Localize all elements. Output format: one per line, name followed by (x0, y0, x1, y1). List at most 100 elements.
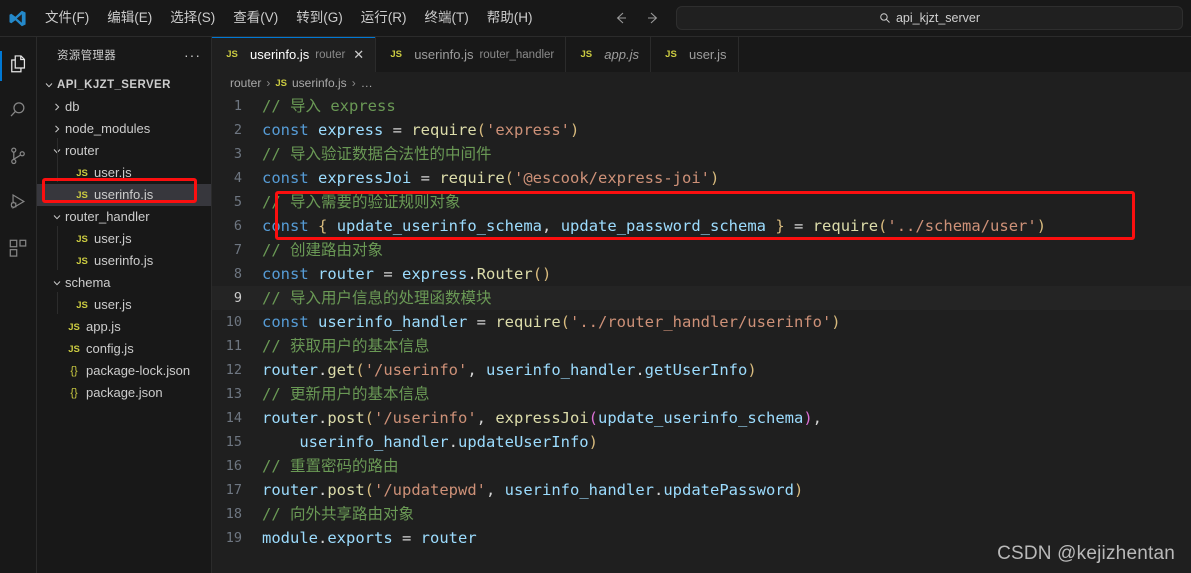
activity-item-explorer[interactable] (0, 43, 36, 89)
activity-item-run-debug[interactable] (0, 181, 36, 227)
menu-edit[interactable]: 编辑(E) (98, 6, 161, 30)
tree-item-label: schema (65, 275, 111, 290)
menu-terminal[interactable]: 终端(T) (416, 6, 478, 30)
activity-item-extensions[interactable] (0, 227, 36, 273)
code-line-17[interactable]: 17 router.post('/updatepwd', userinfo_han… (212, 478, 1191, 502)
editor-tab-bar[interactable]: JS userinfo.js router ✕ JS userinfo.js router_… (212, 37, 1191, 72)
tree-item-label: router_handler (65, 209, 150, 224)
tree-folder-schema[interactable]: schema (37, 272, 211, 294)
search-icon (879, 12, 891, 24)
line-number: 3 (233, 146, 242, 162)
code-text: const { update_userinfo_schema, update_p… (262, 217, 1047, 235)
tree-file-app.js[interactable]: JS app.js (37, 316, 211, 338)
tree-folder-router_handler[interactable]: router_handler (37, 206, 211, 228)
code-text: // 获取用户的基本信息 (262, 337, 430, 355)
forward-arrow-icon[interactable] (644, 9, 662, 27)
activity-bar (0, 37, 37, 573)
tree-file-package-lock.json[interactable]: {} package-lock.json (37, 360, 211, 382)
line-number: 4 (233, 170, 242, 186)
explorer-more-actions-icon[interactable]: ··· (178, 48, 207, 62)
menu-selection[interactable]: 选择(S) (161, 6, 224, 30)
chevron-down-icon[interactable] (49, 277, 65, 289)
close-icon[interactable]: ✕ (353, 48, 364, 61)
editor-tab-app-js[interactable]: JS app.js (566, 37, 651, 72)
menu-run[interactable]: 运行(R) (352, 6, 416, 30)
code-line-13[interactable]: 13 // 更新用户的基本信息 (212, 382, 1191, 406)
code-line-11[interactable]: 11 // 获取用户的基本信息 (212, 334, 1191, 358)
back-arrow-icon[interactable] (612, 9, 630, 27)
tree-item-label: userinfo.js (94, 253, 154, 268)
tree-file-user.js[interactable]: JS user.js (37, 228, 211, 250)
code-line-18[interactable]: 18 // 向外共享路由对象 (212, 502, 1191, 526)
command-center[interactable]: api_kjzt_server (676, 6, 1183, 30)
line-number: 7 (233, 242, 242, 258)
code-text: router.post('/userinfo', expressJoi(upda… (262, 409, 823, 427)
menu-help[interactable]: 帮助(H) (478, 6, 542, 30)
breadcrumb[interactable]: router › JS userinfo.js › … (212, 72, 1191, 94)
file-tree[interactable]: API_KJZT_SERVER db node_modules router JS use… (37, 72, 211, 573)
tree-item-label: app.js (86, 319, 121, 334)
code-line-2[interactable]: 2 const express = require('express') (212, 118, 1191, 142)
activity-item-search[interactable] (0, 89, 36, 135)
breadcrumb-folder[interactable]: router (230, 76, 261, 90)
tree-item-label: router (65, 143, 99, 158)
code-line-8[interactable]: 8 const router = express.Router() (212, 262, 1191, 286)
tree-root-api_kjzt_server[interactable]: API_KJZT_SERVER (37, 74, 211, 96)
code-line-1[interactable]: 1 // 导入 express (212, 94, 1191, 118)
tree-file-package.json[interactable]: {} package.json (37, 382, 211, 404)
search-icon (7, 99, 29, 126)
menu-file[interactable]: 文件(F) (36, 6, 98, 30)
menu-view[interactable]: 查看(V) (224, 6, 287, 30)
code-line-7[interactable]: 7 // 创建路由对象 (212, 238, 1191, 262)
breadcrumb-file[interactable]: userinfo.js (292, 76, 347, 90)
menu-bar[interactable]: 文件(F) 编辑(E) 选择(S) 查看(V) 转到(G) 运行(R) 终端(T… (36, 6, 542, 30)
breadcrumb-separator: › (266, 76, 271, 90)
code-text: // 导入验证数据合法性的中间件 (262, 145, 492, 163)
menu-go[interactable]: 转到(G) (287, 6, 352, 30)
editor-tab-user-js[interactable]: JS user.js (650, 37, 739, 72)
tree-file-user.js[interactable]: JS user.js (37, 162, 211, 184)
line-number: 1 (233, 98, 242, 114)
code-line-5[interactable]: 5 // 导入需要的验证规则对象 (212, 190, 1191, 214)
tree-file-userinfo.js[interactable]: JS userinfo.js (37, 250, 211, 272)
code-editor[interactable]: 1 // 导入 express 2 const express = require('… (212, 94, 1191, 573)
tab-description: router (315, 48, 346, 61)
tree-item-label: user.js (94, 231, 132, 246)
code-content[interactable]: 1 // 导入 express 2 const express = require('… (212, 94, 1191, 550)
chevron-right-icon[interactable] (49, 101, 65, 113)
tree-file-user.js[interactable]: JS user.js (37, 294, 211, 316)
tree-folder-node_modules[interactable]: node_modules (37, 118, 211, 140)
code-line-15[interactable]: 15 userinfo_handler.updateUserInfo) (212, 430, 1191, 454)
chevron-down-icon[interactable] (41, 79, 57, 91)
line-number: 11 (225, 338, 242, 354)
tree-item-label: userinfo.js (94, 187, 154, 202)
code-line-9[interactable]: 9 // 导入用户信息的处理函数模块 (212, 286, 1191, 310)
tree-item-label: user.js (94, 165, 132, 180)
extensions-icon (7, 237, 29, 264)
tree-folder-router[interactable]: router (37, 140, 211, 162)
explorer-sidebar: 资源管理器 ··· API_KJZT_SERVER db node_modules r… (37, 37, 212, 573)
chevron-right-icon[interactable] (49, 123, 65, 135)
activity-item-source-control[interactable] (0, 135, 36, 181)
code-line-6[interactable]: 6 const { update_userinfo_schema, update_… (212, 214, 1191, 238)
run-debug-icon (7, 191, 29, 218)
code-line-16[interactable]: 16 // 重置密码的路由 (212, 454, 1191, 478)
code-line-4[interactable]: 4 const expressJoi = require('@escook/exp… (212, 166, 1191, 190)
code-line-12[interactable]: 12 router.get('/userinfo', userinfo_handl… (212, 358, 1191, 382)
chevron-down-icon[interactable] (49, 211, 65, 223)
line-number: 17 (225, 482, 242, 498)
tab-label: user.js (688, 47, 727, 62)
tree-file-config.js[interactable]: JS config.js (37, 338, 211, 360)
editor-tab-userinfo-js-router[interactable]: JS userinfo.js router ✕ (212, 37, 377, 72)
js-file-icon: JS (580, 49, 593, 60)
tree-file-userinfo.js[interactable]: JS userinfo.js (37, 184, 211, 206)
editor-tab-userinfo-js-router_handler[interactable]: JS userinfo.js router_handler (376, 37, 567, 72)
code-line-10[interactable]: 10 const userinfo_handler = require('../r… (212, 310, 1191, 334)
breadcrumb-more[interactable]: … (361, 76, 373, 90)
tree-item-label: package.json (86, 385, 163, 400)
command-center-text: api_kjzt_server (895, 11, 981, 25)
code-line-3[interactable]: 3 // 导入验证数据合法性的中间件 (212, 142, 1191, 166)
tree-folder-db[interactable]: db (37, 96, 211, 118)
js-file-icon: JS (68, 343, 80, 355)
code-line-14[interactable]: 14 router.post('/userinfo', expressJoi(up… (212, 406, 1191, 430)
